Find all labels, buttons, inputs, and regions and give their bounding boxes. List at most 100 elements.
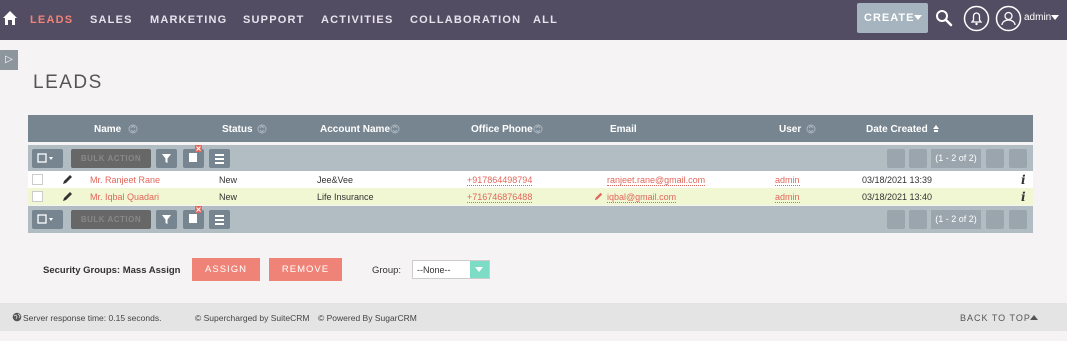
row-checkbox[interactable] [32, 191, 43, 202]
action-bar-bottom: BULK ACTION (1 - 2 of 2) [28, 206, 1033, 233]
notification-bell-icon[interactable] [963, 5, 990, 32]
powered-by-link[interactable]: © Powered By SugarCRM [318, 313, 417, 323]
back-to-top-link[interactable]: BACK TO TOP [960, 313, 1038, 323]
nav-item-collaboration[interactable]: COLLABORATION [410, 14, 521, 26]
select-dropdown-button[interactable] [32, 149, 63, 168]
clear-filter-button[interactable] [183, 206, 204, 229]
globe-icon [12, 312, 22, 322]
checkbox-select-icon [37, 153, 53, 163]
remove-button[interactable]: REMOVE [269, 258, 342, 281]
column-header-email: Email [610, 124, 637, 135]
page-title: LEADS [33, 72, 103, 93]
info-icon[interactable]: i [1021, 190, 1026, 204]
select-dropdown-button[interactable] [32, 210, 63, 229]
table-header: Name Status Account Name Office Phone Em… [28, 115, 1033, 142]
sort-icon[interactable] [390, 124, 400, 134]
column-chooser-button[interactable] [209, 149, 230, 168]
column-header-office-phone[interactable]: Office Phone [471, 124, 533, 135]
column-chooser-button[interactable] [209, 210, 230, 229]
first-page-button[interactable] [887, 210, 905, 229]
table-row: Mr. Ranjeet Rane New Jee&Vee +9178644987… [28, 171, 1033, 188]
search-icon[interactable] [935, 9, 953, 27]
next-page-button[interactable] [986, 149, 1004, 168]
sort-descending-icon[interactable] [931, 124, 941, 134]
nav-item-all[interactable]: ALL [533, 14, 558, 26]
first-page-button[interactable] [887, 149, 905, 168]
pagination-count: (1 - 2 of 2) [931, 210, 981, 229]
list-icon [215, 215, 224, 225]
table-row: Mr. Iqbal Quadari New Life Insurance +71… [28, 188, 1033, 205]
column-header-name[interactable]: Name [94, 124, 121, 135]
row-checkbox[interactable] [32, 174, 43, 185]
filter-button[interactable] [156, 149, 177, 168]
sidebar-toggle-button[interactable]: ▷ [0, 50, 18, 70]
filter-button[interactable] [156, 210, 177, 229]
pagination-count: (1 - 2 of 2) [931, 149, 981, 168]
sort-icon[interactable] [257, 124, 267, 134]
list-icon [215, 154, 224, 164]
action-bar-top: BULK ACTION (1 - 2 of 2) [28, 145, 1033, 172]
home-icon[interactable] [2, 10, 18, 26]
top-navbar: LEADS SALES MARKETING SUPPORT ACTIVITIES… [0, 0, 1067, 40]
nav-item-leads[interactable]: LEADS [30, 14, 73, 26]
sort-icon[interactable] [128, 124, 138, 134]
group-label: Group: [372, 265, 402, 276]
info-icon[interactable]: i [1021, 173, 1026, 187]
inline-edit-pencil-icon[interactable] [594, 192, 603, 201]
lead-account-name: Life Insurance [317, 192, 374, 202]
user-menu-label[interactable]: admin [1024, 12, 1051, 23]
next-page-button[interactable] [986, 210, 1004, 229]
lead-name-link[interactable]: Mr. Ranjeet Rane [90, 175, 160, 185]
lead-email-link[interactable]: iqbal@gmail.com [607, 192, 677, 203]
checkbox-select-icon [37, 214, 53, 224]
filter-icon [162, 154, 171, 163]
group-select-value: --None-- [417, 265, 451, 275]
lead-date-created: 03/18/2021 13:39 [862, 175, 933, 185]
assign-button[interactable]: ASSIGN [192, 258, 260, 281]
lead-phone-link[interactable]: +917864498794 [467, 175, 533, 186]
chevron-down-icon [914, 15, 922, 20]
lead-email-link[interactable]: ranjeet.rane@gmail.com [607, 175, 706, 186]
bulk-action-button[interactable]: BULK ACTION [71, 210, 151, 229]
footer: Server response time: 0.15 seconds. © Su… [0, 303, 1067, 331]
lead-status: New [219, 192, 238, 202]
nav-item-sales[interactable]: SALES [90, 14, 133, 26]
previous-page-button[interactable] [909, 210, 927, 229]
clear-filter-icon [189, 145, 202, 162]
bulk-action-button[interactable]: BULK ACTION [71, 149, 151, 168]
column-header-account-name[interactable]: Account Name [320, 124, 390, 135]
lead-user-link[interactable]: admin [775, 192, 800, 203]
user-avatar-icon[interactable] [995, 5, 1022, 32]
clear-filter-icon [189, 206, 202, 223]
supercharged-by-link[interactable]: © Supercharged by SuiteCRM [195, 313, 309, 323]
edit-pencil-icon[interactable] [62, 191, 73, 202]
lead-phone-link[interactable]: +716746876488 [467, 192, 533, 203]
column-header-date-created[interactable]: Date Created [866, 124, 928, 135]
lead-date-created: 03/18/2021 13:40 [862, 192, 933, 202]
group-select[interactable]: --None-- [412, 260, 490, 279]
sort-icon[interactable] [806, 124, 816, 134]
server-response-time: Server response time: 0.15 seconds. [23, 313, 162, 323]
previous-page-button[interactable] [909, 149, 927, 168]
create-label: CREATE [864, 12, 915, 24]
create-button[interactable]: CREATE [857, 3, 928, 33]
nav-item-support[interactable]: SUPPORT [243, 14, 305, 26]
edit-pencil-icon[interactable] [62, 174, 73, 185]
lead-status: New [219, 175, 238, 185]
mass-assign-label: Security Groups: Mass Assign [43, 265, 181, 276]
lead-name-link[interactable]: Mr. Iqbal Quadari [90, 192, 159, 202]
lead-account-name: Jee&Vee [317, 175, 354, 185]
lead-user-link[interactable]: admin [775, 175, 800, 186]
filter-icon [162, 215, 171, 224]
column-header-user[interactable]: User [779, 124, 801, 135]
sort-icon[interactable] [533, 124, 543, 134]
last-page-button[interactable] [1009, 210, 1027, 229]
column-header-status[interactable]: Status [222, 124, 253, 135]
chevron-down-icon [470, 261, 489, 278]
chevron-down-icon[interactable] [1051, 15, 1059, 20]
last-page-button[interactable] [1009, 149, 1027, 168]
nav-item-marketing[interactable]: MARKETING [150, 14, 227, 26]
page-bottom-strip [0, 331, 1067, 341]
nav-item-activities[interactable]: ACTIVITIES [321, 14, 394, 26]
clear-filter-button[interactable] [183, 145, 204, 168]
